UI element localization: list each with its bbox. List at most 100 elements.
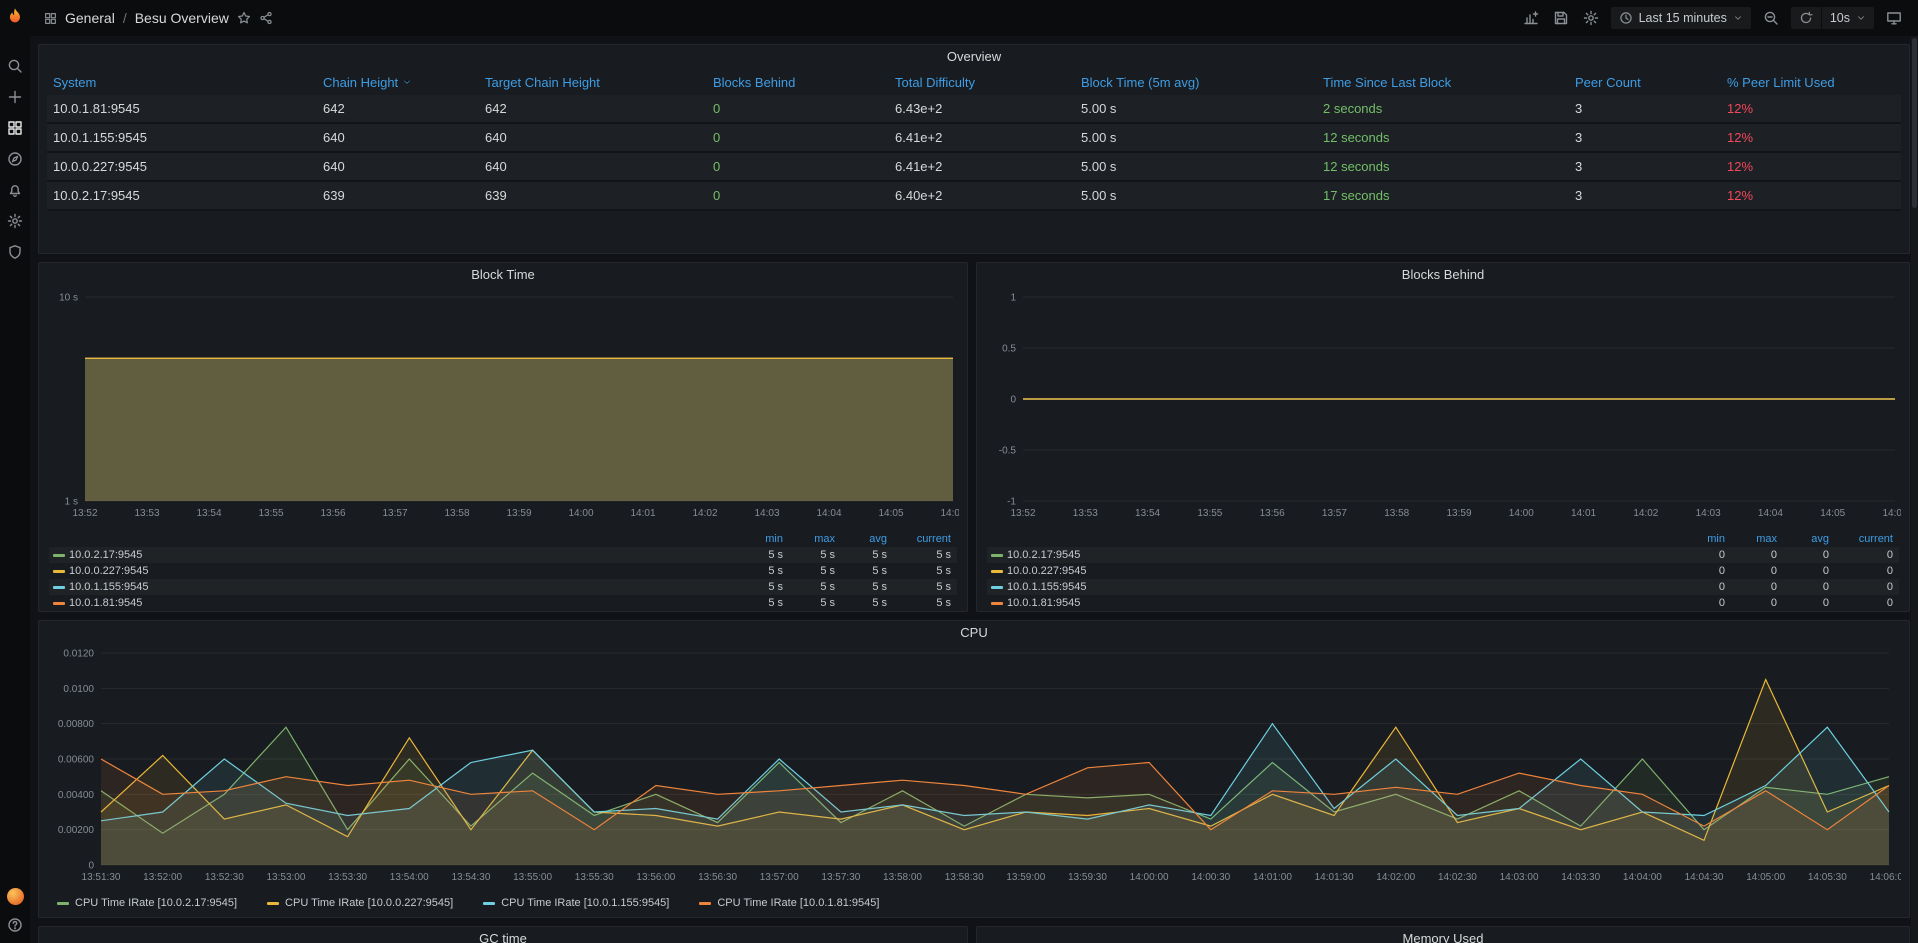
svg-text:13:51:30: 13:51:30	[82, 872, 121, 883]
series-name[interactable]: 10.0.1.155:9545	[69, 581, 737, 593]
configuration-gear-icon[interactable]	[7, 213, 23, 229]
svg-text:14:01:00: 14:01:00	[1253, 872, 1292, 883]
svg-text:13:58: 13:58	[444, 508, 469, 519]
col-block-time[interactable]: Block Time (5m avg)	[1075, 75, 1317, 90]
cell-chain-height: 640	[317, 159, 479, 174]
legend-item[interactable]: CPU Time IRate [10.0.1.81:9545]	[695, 897, 879, 909]
series-name[interactable]: 10.0.1.81:9545	[69, 597, 737, 609]
legend-col-avg[interactable]: avg	[1783, 533, 1835, 545]
alerting-bell-icon[interactable]	[7, 182, 23, 198]
series-color-swatch[interactable]	[53, 602, 65, 605]
legend-current-value: 5 s	[893, 549, 957, 561]
col-peer-count[interactable]: Peer Count	[1569, 75, 1721, 90]
legend-row: 10.0.0.227:9545 5 s 5 s 5 s 5 s	[49, 563, 957, 579]
cell-peer-count: 3	[1569, 101, 1721, 116]
series-color-swatch[interactable]	[991, 570, 1003, 573]
dashboards-icon[interactable]	[7, 120, 23, 136]
svg-text:14:00:30: 14:00:30	[1191, 872, 1230, 883]
legend-col-current[interactable]: current	[1835, 533, 1899, 545]
series-name[interactable]: 10.0.0.227:9545	[1007, 565, 1679, 577]
col-total-difficulty[interactable]: Total Difficulty	[889, 75, 1075, 90]
save-dashboard-icon[interactable]	[1551, 8, 1571, 28]
legend-max-value: 5 s	[789, 549, 841, 561]
block-time-graph[interactable]: 10 s1 s13:5213:5313:5413:5513:5613:5713:…	[47, 287, 959, 527]
series-color-swatch[interactable]	[991, 586, 1003, 589]
series-name[interactable]: 10.0.1.155:9545	[1007, 581, 1679, 593]
legend-col-avg[interactable]: avg	[841, 533, 893, 545]
dashboard-grid-icon	[44, 12, 57, 25]
refresh-interval-dropdown[interactable]: 10s	[1822, 7, 1874, 29]
svg-text:14:02:00: 14:02:00	[1376, 872, 1415, 883]
col-chain-height[interactable]: Chain Height	[317, 75, 479, 90]
cell-time-since-last-block: 12 seconds	[1317, 130, 1569, 145]
create-plus-icon[interactable]	[7, 89, 23, 105]
cell-target-chain-height: 640	[479, 130, 707, 145]
legend-item[interactable]: CPU Time IRate [10.0.2.17:9545]	[53, 897, 237, 909]
series-color-swatch[interactable]	[53, 570, 65, 573]
panel-cpu: CPU 0.01200.01000.008000.006000.004000.0…	[38, 620, 1910, 918]
add-panel-icon[interactable]	[1521, 8, 1541, 28]
svg-text:13:58:30: 13:58:30	[945, 872, 984, 883]
scrollbar[interactable]	[1911, 36, 1918, 943]
search-icon[interactable]	[7, 58, 23, 74]
svg-text:13:57:30: 13:57:30	[821, 872, 860, 883]
star-icon[interactable]	[237, 11, 251, 25]
legend-col-min[interactable]: min	[1679, 533, 1731, 545]
help-icon[interactable]	[7, 917, 23, 933]
grafana-logo[interactable]	[5, 7, 25, 27]
legend-col-current[interactable]: current	[893, 533, 957, 545]
legend-row: 10.0.1.155:9545 5 s 5 s 5 s 5 s	[49, 579, 957, 595]
legend-avg-value: 5 s	[841, 581, 893, 593]
time-range-picker[interactable]: Last 15 minutes	[1611, 7, 1751, 29]
col-time-since-last-block[interactable]: Time Since Last Block	[1317, 75, 1569, 90]
panel-title-blocks-behind[interactable]: Blocks Behind	[977, 263, 1909, 285]
breadcrumb-title[interactable]: Besu Overview	[135, 10, 229, 26]
user-avatar[interactable]	[7, 888, 24, 905]
svg-text:14:06: 14:06	[1882, 508, 1901, 519]
series-color-swatch[interactable]	[53, 554, 65, 557]
breadcrumb-folder[interactable]: General	[65, 10, 115, 26]
panel-title-cpu[interactable]: CPU	[39, 621, 1909, 643]
panel-title-gc-time[interactable]: GC time	[39, 927, 967, 943]
series-name[interactable]: 10.0.0.227:9545	[69, 565, 737, 577]
blocks-behind-graph[interactable]: 10.50-0.5-113:5213:5313:5413:5513:5613:5…	[985, 287, 1901, 527]
series-color-swatch[interactable]	[53, 586, 65, 589]
legend-col-max[interactable]: max	[1731, 533, 1783, 545]
svg-text:10 s: 10 s	[59, 293, 78, 304]
cell-system: 10.0.1.81:9545	[47, 101, 317, 116]
share-icon[interactable]	[259, 11, 273, 25]
scrollbar-thumb[interactable]	[1912, 38, 1917, 208]
series-name[interactable]: 10.0.2.17:9545	[69, 549, 737, 561]
zoom-out-icon[interactable]	[1761, 8, 1781, 28]
legend-max-value: 5 s	[789, 565, 841, 577]
svg-text:0.5: 0.5	[1002, 344, 1016, 355]
legend-item[interactable]: CPU Time IRate [10.0.1.155:9545]	[479, 897, 669, 909]
series-name[interactable]: 10.0.2.17:9545	[1007, 549, 1679, 561]
table-row: 10.0.1.81:9545 642 642 0 6.43e+2 5.00 s …	[47, 95, 1901, 124]
col-peer-limit-used[interactable]: % Peer Limit Used	[1721, 75, 1901, 90]
legend-col-max[interactable]: max	[789, 533, 841, 545]
col-blocks-behind[interactable]: Blocks Behind	[707, 75, 889, 90]
series-color-swatch	[267, 902, 279, 905]
cell-target-chain-height: 639	[479, 188, 707, 203]
col-target-chain-height[interactable]: Target Chain Height	[479, 75, 707, 90]
cpu-graph[interactable]: 0.01200.01000.008000.006000.004000.00200…	[47, 643, 1901, 893]
series-name[interactable]: 10.0.1.81:9545	[1007, 597, 1679, 609]
explore-compass-icon[interactable]	[7, 151, 23, 167]
series-color-swatch[interactable]	[991, 554, 1003, 557]
panel-title-overview[interactable]: Overview	[39, 45, 1909, 67]
legend-item[interactable]: CPU Time IRate [10.0.0.227:9545]	[263, 897, 453, 909]
refresh-button[interactable]	[1791, 7, 1822, 29]
breadcrumb-separator: /	[123, 10, 127, 26]
legend-avg-value: 0	[1783, 581, 1835, 593]
svg-text:-1: -1	[1007, 497, 1016, 508]
legend-current-value: 5 s	[893, 565, 957, 577]
cycle-view-monitor-icon[interactable]	[1884, 8, 1904, 28]
series-color-swatch[interactable]	[991, 602, 1003, 605]
panel-title-block-time[interactable]: Block Time	[39, 263, 967, 285]
col-system[interactable]: System	[47, 75, 317, 90]
server-admin-shield-icon[interactable]	[7, 244, 23, 260]
dashboard-settings-icon[interactable]	[1581, 8, 1601, 28]
panel-title-memory-used[interactable]: Memory Used	[977, 927, 1909, 943]
legend-col-min[interactable]: min	[737, 533, 789, 545]
